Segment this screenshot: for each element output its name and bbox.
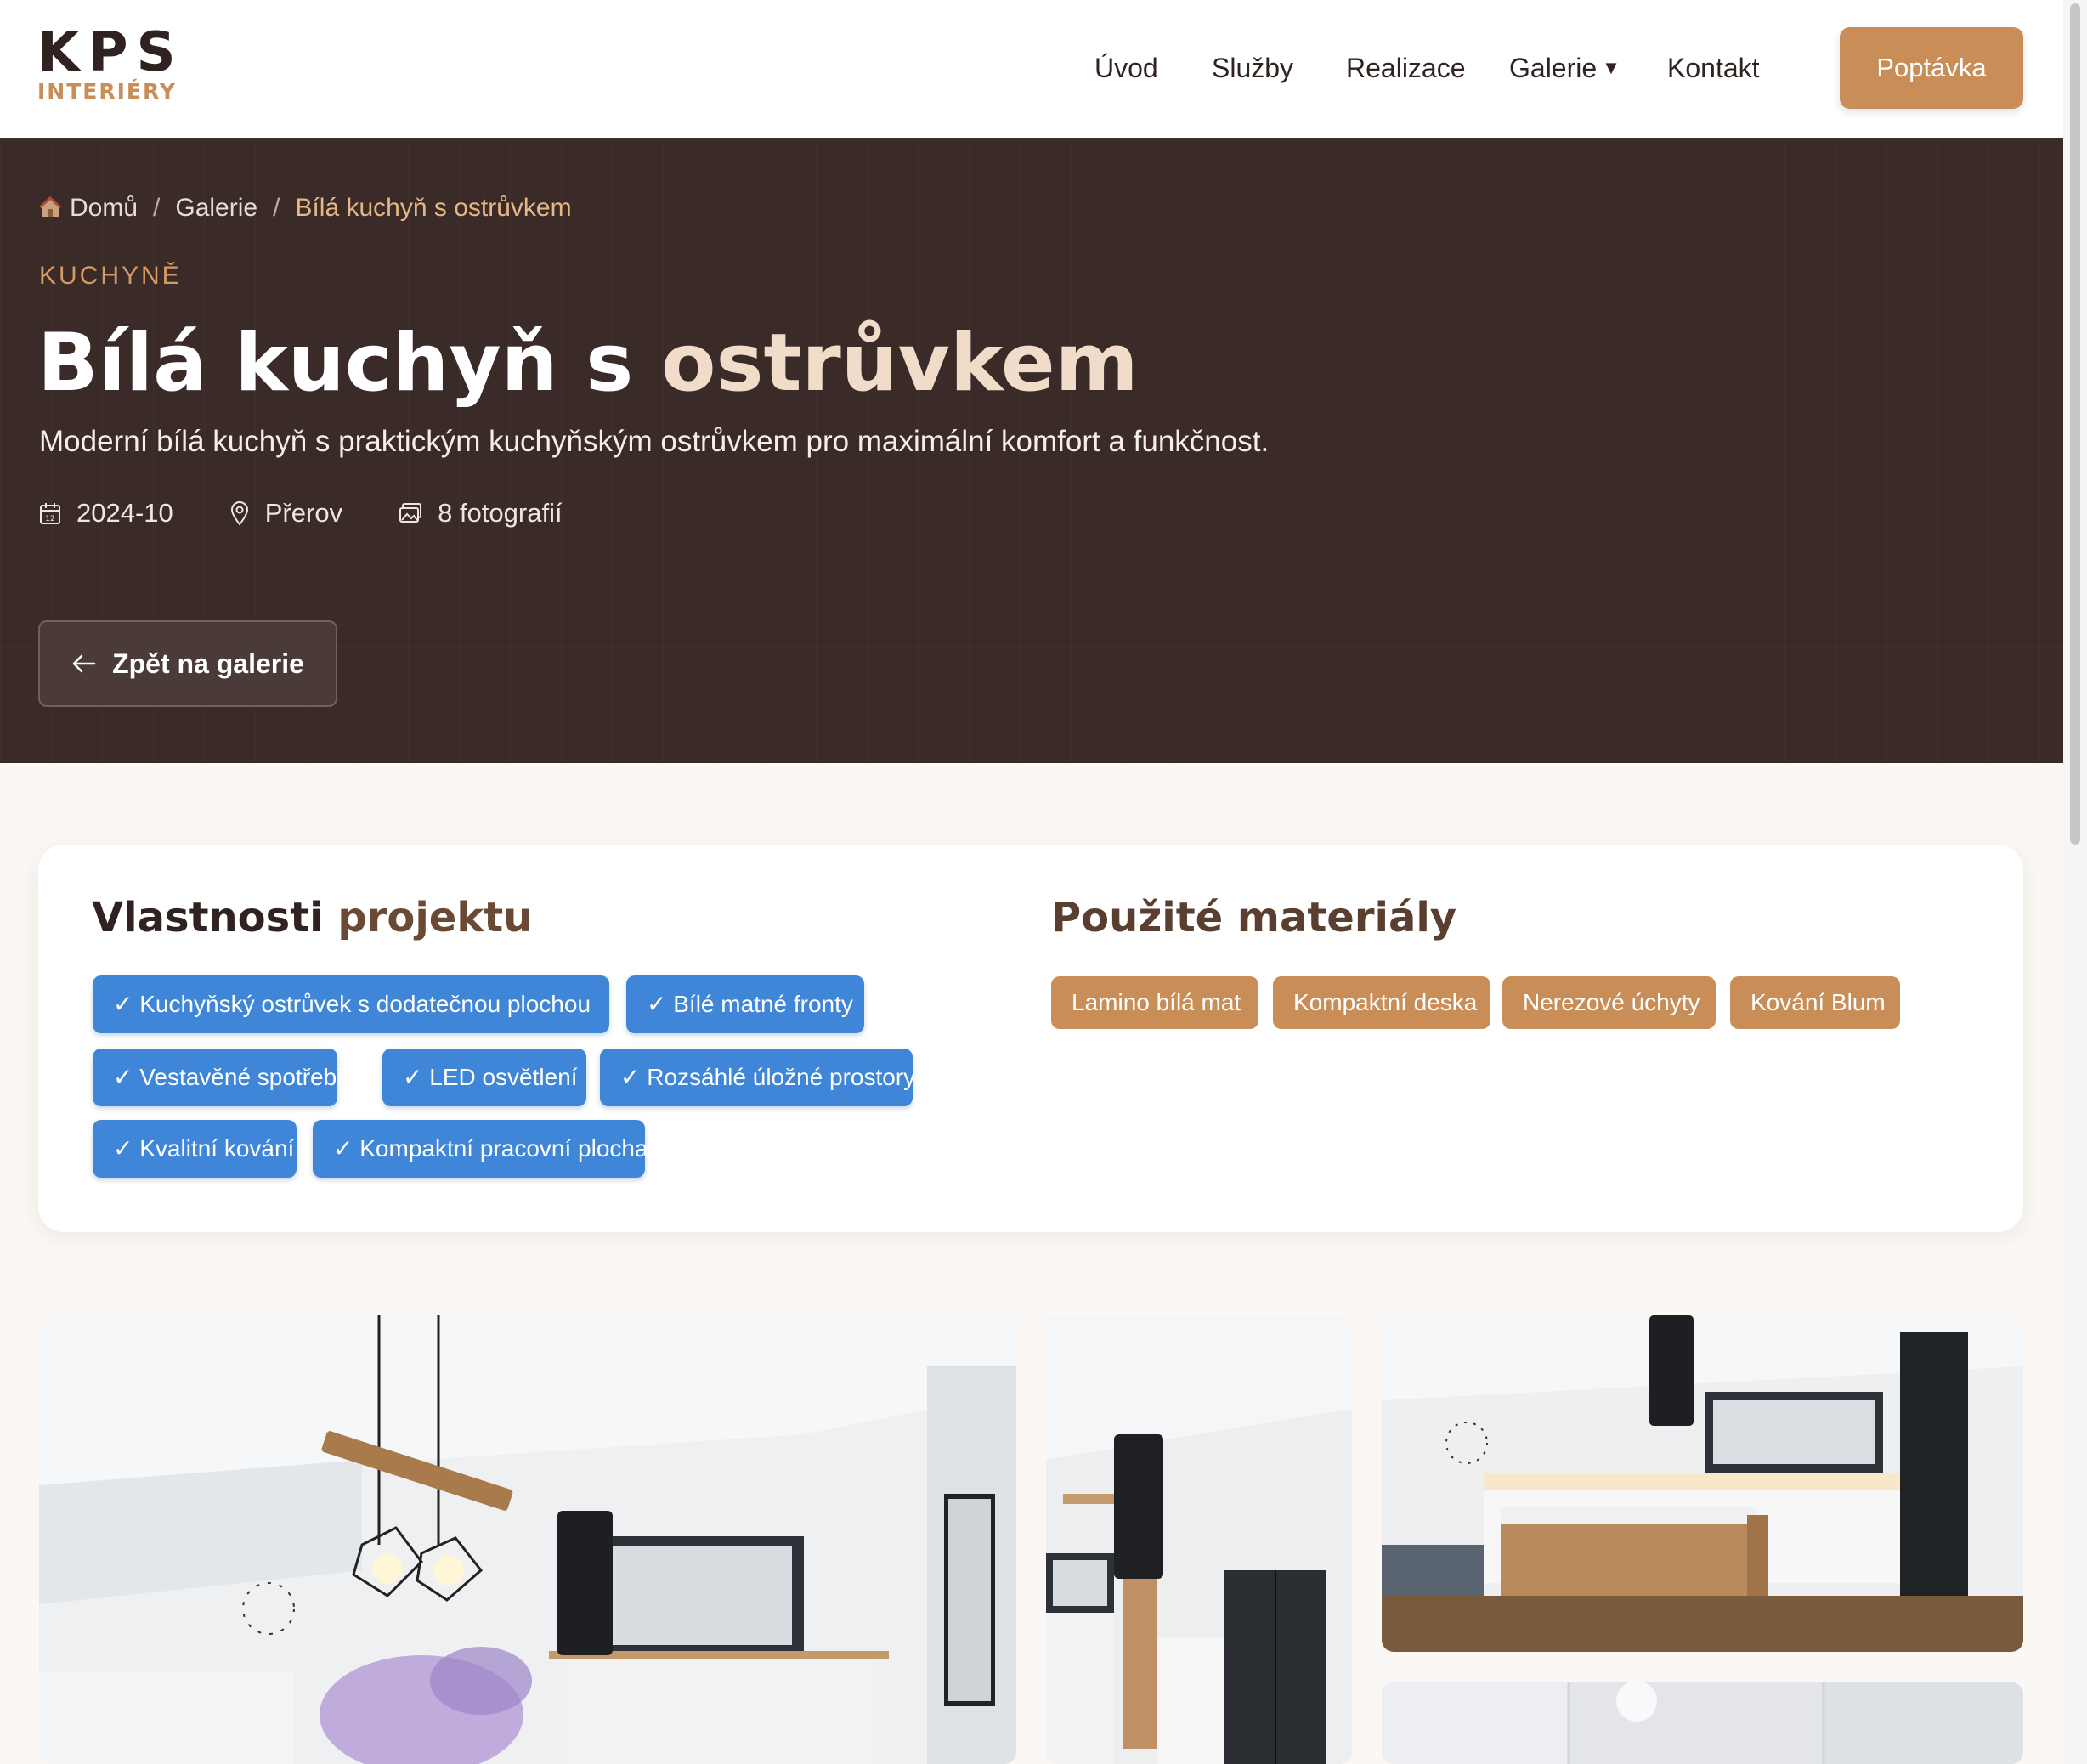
meta-date: 12 2024-10 <box>39 498 173 529</box>
meta-location-value: Přerov <box>264 498 343 528</box>
hero-section: Domů / Galerie / Bílá kuchyň s ostrůvkem… <box>0 138 2063 763</box>
feature-chip: ✓ Vestavěné spotřebiče <box>93 1049 367 1106</box>
feature-chip: ✓ Kuchyňský ostrůvek s dodatečnou plocho… <box>93 975 609 1033</box>
breadcrumb-separator: / <box>273 194 280 222</box>
gallery-photo-kitchen-pendant-lights[interactable] <box>39 1315 1016 1764</box>
calendar-icon: 12 <box>40 503 60 524</box>
material-chip: Lamino bílá mat <box>1051 976 1258 1029</box>
photos-icon <box>399 503 422 523</box>
back-to-gallery-label: Zpět na galerie <box>112 647 304 679</box>
back-to-gallery-button[interactable]: Zpět na galerie <box>38 620 337 707</box>
site-header: KPS INTERIÉRY Úvod Služby Realizace Gale… <box>0 0 2063 138</box>
meta-location: Přerov <box>229 498 342 529</box>
gallery-photo-kitchen-fridge[interactable] <box>1046 1315 1352 1764</box>
nav-sluzby[interactable]: Služby <box>1212 49 1293 87</box>
material-chip: Kompaktní deska <box>1273 976 1490 1029</box>
home-icon <box>39 196 61 217</box>
features-heading-main: Vlastnosti <box>92 894 338 941</box>
features-heading-accent: projektu <box>337 894 533 941</box>
breadcrumb-home[interactable]: Domů <box>70 194 138 223</box>
category-label: KUCHYNĚ <box>39 262 182 290</box>
kitchen-photo-image <box>1046 1315 1352 1764</box>
logo-main-text: KPS <box>37 21 184 84</box>
feature-chip: ✓ Kompaktní pracovní plocha <box>313 1120 648 1178</box>
materials-heading: Použité materiály <box>1051 894 1457 941</box>
scrollbar-track[interactable] <box>2063 0 2087 1764</box>
gallery-photo-kitchen-overview[interactable] <box>1382 1315 2023 1652</box>
breadcrumb-current: Bílá kuchyň s ostrůvkem <box>295 194 572 222</box>
location-pin-icon <box>230 501 248 526</box>
feature-chip: ✓ Bílé matné fronty <box>626 975 864 1033</box>
kitchen-photo-image <box>1382 1315 2023 1652</box>
meta-photos: 8 fotografií <box>399 498 563 529</box>
nav-galerie[interactable]: Galerie ▼ <box>1509 49 1620 87</box>
logo-sub-text: INTERIÉRY <box>37 79 177 104</box>
breadcrumb: Domů / Galerie / Bílá kuchyň s ostrůvkem <box>39 194 572 223</box>
poptavka-button[interactable]: Poptávka <box>1840 27 2023 109</box>
caret-down-icon: ▼ <box>1602 57 1620 78</box>
kitchen-photo-image <box>39 1315 1016 1764</box>
features-heading: Vlastnosti projektu <box>92 894 532 941</box>
breadcrumb-separator: / <box>153 194 161 222</box>
page-title-accent: ostrůvkem <box>660 317 1139 410</box>
logo[interactable]: KPS INTERIÉRY <box>37 25 184 104</box>
nav-galerie-label: Galerie <box>1509 53 1598 83</box>
project-details-card: Vlastnosti projektu ✓ Kuchyňský ostrůvek… <box>38 845 2023 1232</box>
project-meta: 12 2024-10 Přerov 8 fotografií <box>39 498 619 529</box>
svg-text:12: 12 <box>45 515 54 523</box>
meta-photos-value: 8 fotografií <box>438 498 563 528</box>
page-title-main: Bílá kuchyň s <box>37 317 661 410</box>
meta-date-value: 2024-10 <box>76 498 173 528</box>
page-subtitle: Moderní bílá kuchyň s praktickým kuchyňs… <box>39 425 1270 458</box>
feature-chip: ✓ Kvalitní kování <box>93 1120 297 1178</box>
material-chip: Nerezové úchyty <box>1502 976 1716 1029</box>
feature-chip: ✓ LED osvětlení <box>382 1049 586 1106</box>
page-title: Bílá kuchyň s ostrůvkem <box>37 313 1139 415</box>
nav-kontakt[interactable]: Kontakt <box>1667 49 1760 87</box>
material-chip: Kování Blum <box>1730 976 1900 1029</box>
nav-uvod[interactable]: Úvod <box>1094 49 1158 87</box>
arrow-left-icon <box>72 654 96 673</box>
nav-realizace[interactable]: Realizace <box>1346 49 1466 87</box>
gallery-photo-kitchen-detail[interactable] <box>1382 1682 2023 1764</box>
feature-chip: ✓ Rozsáhlé úložné prostory <box>600 1049 915 1106</box>
scrollbar-thumb[interactable] <box>2070 3 2080 845</box>
breadcrumb-galerie[interactable]: Galerie <box>175 194 257 223</box>
kitchen-photo-image <box>1382 1682 2023 1764</box>
